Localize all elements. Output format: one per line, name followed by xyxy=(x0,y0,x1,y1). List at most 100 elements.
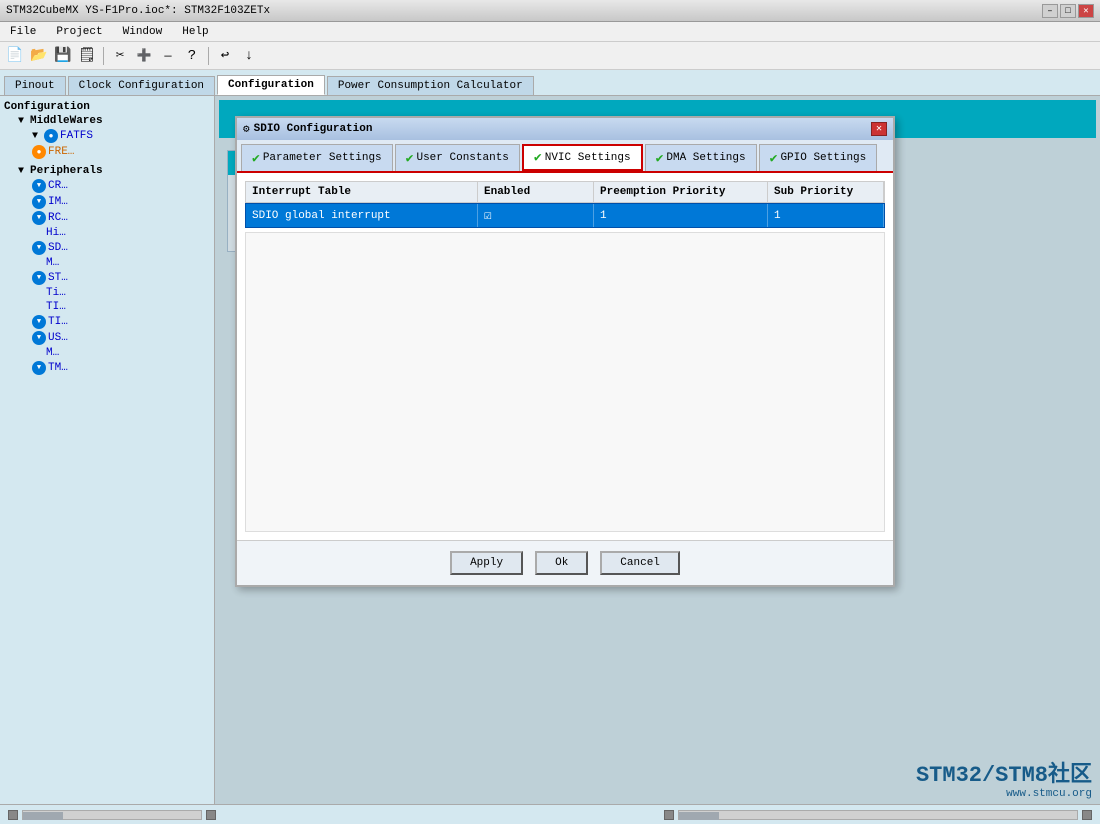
toolbar-undo[interactable]: ↩ xyxy=(214,45,236,67)
dma-tab-check-icon: ✔ xyxy=(656,151,664,166)
tm-label[interactable]: TM… xyxy=(48,362,68,374)
modal-footer: Apply Ok Cancel xyxy=(237,540,893,585)
tree-im[interactable]: ▼ IM… xyxy=(4,194,210,210)
gpio-tab-label: GPIO Settings xyxy=(780,152,866,164)
expand-middlewares[interactable]: ▼ xyxy=(18,116,28,127)
freertos-label[interactable]: FRE… xyxy=(48,146,74,158)
scroll-right-btn2[interactable] xyxy=(1082,810,1092,820)
menu-project[interactable]: Project xyxy=(50,24,108,40)
toolbar-down[interactable]: ↓ xyxy=(238,45,260,67)
tree-ti1[interactable]: Ti… xyxy=(4,286,210,300)
tree-us[interactable]: ▼ US… xyxy=(4,330,210,346)
scroll-left-btn2[interactable] xyxy=(664,810,674,820)
cr-icon: ▼ xyxy=(32,179,46,193)
modal-tab-dma[interactable]: ✔ DMA Settings xyxy=(645,144,757,171)
scroll-thumb-2 xyxy=(679,812,719,820)
menu-file[interactable]: File xyxy=(4,24,42,40)
toolbar-plus1[interactable]: ➕ xyxy=(133,45,155,67)
tab-clock[interactable]: Clock Configuration xyxy=(68,76,215,95)
cancel-button[interactable]: Cancel xyxy=(600,551,680,575)
tree-sd[interactable]: ▼ SD… xyxy=(4,240,210,256)
rc-label[interactable]: RC… xyxy=(48,212,68,224)
tree-rc[interactable]: ▼ RC… xyxy=(4,210,210,226)
im-icon: ▼ xyxy=(32,195,46,209)
tab-configuration[interactable]: Configuration xyxy=(217,75,325,95)
tree-st[interactable]: ▼ ST… xyxy=(4,270,210,286)
scroll-left-btn[interactable] xyxy=(8,810,18,820)
tab-pinout[interactable]: Pinout xyxy=(4,76,66,95)
tab-power[interactable]: Power Consumption Calculator xyxy=(327,76,534,95)
row-preemption: 1 xyxy=(594,204,768,227)
us-label[interactable]: US… xyxy=(48,332,68,344)
modal-overlay: ⚙ SDIO Configuration ✕ ✔ Parameter Setti… xyxy=(215,96,1100,804)
ti2-label[interactable]: TI… xyxy=(46,301,66,313)
m2-label[interactable]: M… xyxy=(46,347,59,359)
scrollbar-area-2 xyxy=(664,810,1092,820)
tree-cr[interactable]: ▼ CR… xyxy=(4,178,210,194)
toolbar-scissors[interactable]: ✂ xyxy=(109,45,131,67)
tree-fatfs[interactable]: ▼ ● FATFS xyxy=(4,128,210,144)
tree-ti3[interactable]: ▼ TI… xyxy=(4,314,210,330)
window-controls[interactable]: – □ ✕ xyxy=(1042,4,1094,18)
middlewares-label: MiddleWares xyxy=(30,115,103,127)
sdio-config-modal: ⚙ SDIO Configuration ✕ ✔ Parameter Setti… xyxy=(235,116,895,587)
toolbar-help[interactable]: ? xyxy=(181,45,203,67)
apply-button[interactable]: Apply xyxy=(450,551,523,575)
toolbar-saveas[interactable]: 🗒 xyxy=(76,45,98,67)
left-panel: Configuration ▼ MiddleWares ▼ ● FATFS ● … xyxy=(0,96,215,804)
status-bar xyxy=(0,804,1100,824)
row-enabled[interactable]: ☑ xyxy=(478,204,594,227)
im-label[interactable]: IM… xyxy=(48,196,68,208)
modal-tab-gpio[interactable]: ✔ GPIO Settings xyxy=(759,144,878,171)
tree-middlewares: ▼ MiddleWares xyxy=(4,114,210,128)
menu-window[interactable]: Window xyxy=(117,24,169,40)
tree-m1[interactable]: M… xyxy=(4,256,210,270)
tree-m2[interactable]: M… xyxy=(4,346,210,360)
menu-help[interactable]: Help xyxy=(176,24,214,40)
maximize-button[interactable]: □ xyxy=(1060,4,1076,18)
right-panel: Connectivity SDIO SDIO ✔ USART1 ✔ System xyxy=(215,96,1100,804)
ok-button[interactable]: Ok xyxy=(535,551,588,575)
ti1-label[interactable]: Ti… xyxy=(46,287,66,299)
close-button[interactable]: ✕ xyxy=(1078,4,1094,18)
tree-ti2[interactable]: TI… xyxy=(4,300,210,314)
tm-icon: ▼ xyxy=(32,361,46,375)
scrollbar-horizontal[interactable] xyxy=(22,810,202,820)
m1-label[interactable]: M… xyxy=(46,257,59,269)
toolbar-new[interactable]: 📄 xyxy=(4,45,26,67)
toolbar-save[interactable]: 💾 xyxy=(52,45,74,67)
scroll-right-btn[interactable] xyxy=(206,810,216,820)
expand-fatfs[interactable]: ▼ xyxy=(32,131,42,142)
tree-peripherals: ▼ Peripherals xyxy=(4,164,210,178)
enabled-checkbox[interactable]: ☑ xyxy=(484,208,492,223)
expand-peripherals[interactable]: ▼ xyxy=(18,166,28,177)
toolbar-minus[interactable]: — xyxy=(157,45,179,67)
toolbar-sep-1 xyxy=(103,47,104,65)
cr-label[interactable]: CR… xyxy=(48,180,68,192)
toolbar-sep-2 xyxy=(208,47,209,65)
tree-freertos[interactable]: ● FRE… xyxy=(4,144,210,160)
hi-label[interactable]: Hi… xyxy=(46,227,66,239)
fatfs-label[interactable]: FATFS xyxy=(60,130,93,142)
tree-hi[interactable]: Hi… xyxy=(4,226,210,240)
st-icon: ▼ xyxy=(32,271,46,285)
modal-tab-nvic[interactable]: ✔ NVIC Settings xyxy=(522,144,643,171)
row-sub: 1 xyxy=(768,204,884,227)
scrollbar-horizontal-2[interactable] xyxy=(678,810,1078,820)
sd-label[interactable]: SD… xyxy=(48,242,68,254)
table-row-sdio[interactable]: SDIO global interrupt ☑ 1 1 xyxy=(245,203,885,228)
title-bar: STM32CubeMX YS-F1Pro.ioc*: STM32F103ZETx… xyxy=(0,0,1100,22)
minimize-button[interactable]: – xyxy=(1042,4,1058,18)
modal-tab-parameter[interactable]: ✔ Parameter Settings xyxy=(241,144,393,171)
toolbar-open[interactable]: 📂 xyxy=(28,45,50,67)
col-interrupt: Interrupt Table xyxy=(246,182,478,202)
user-tab-label: User Constants xyxy=(416,152,508,164)
ti3-label[interactable]: TI… xyxy=(48,316,68,328)
modal-close-button[interactable]: ✕ xyxy=(871,122,887,136)
tree-tm[interactable]: ▼ TM… xyxy=(4,360,210,376)
modal-tab-user[interactable]: ✔ User Constants xyxy=(395,144,520,171)
modal-title-bar: ⚙ SDIO Configuration ✕ xyxy=(237,118,893,140)
st-label[interactable]: ST… xyxy=(48,272,68,284)
table-empty-area xyxy=(245,232,885,532)
nvic-tab-label: NVIC Settings xyxy=(545,152,631,164)
